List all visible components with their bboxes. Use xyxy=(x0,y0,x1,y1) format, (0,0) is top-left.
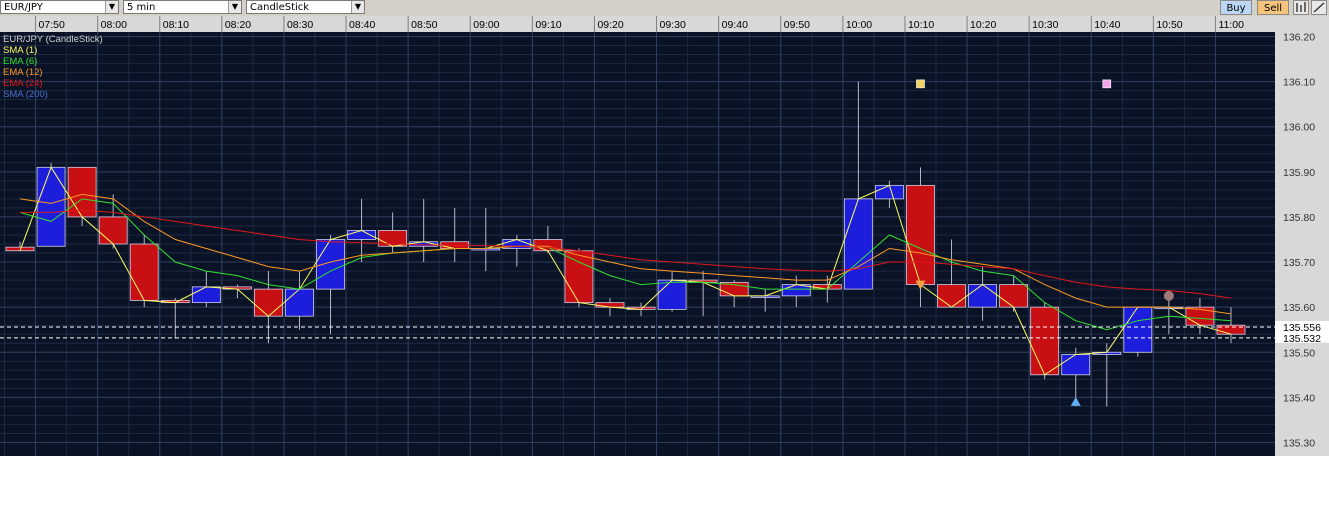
price-tick-label: 136.20 xyxy=(1283,32,1315,44)
bar-chart-icon[interactable] xyxy=(1293,0,1309,15)
candle-down xyxy=(595,302,625,308)
price-tick-label: 135.80 xyxy=(1283,212,1315,224)
candle-up xyxy=(657,279,687,310)
time-tick-label: 08:00 xyxy=(101,19,127,31)
time-tick-label: 08:50 xyxy=(411,19,437,31)
candle-up xyxy=(36,166,66,247)
time-tick-label: 09:10 xyxy=(535,19,561,31)
interval-select[interactable]: 5 min ▼ xyxy=(123,0,242,14)
candle-up xyxy=(191,286,221,304)
price-tick-label: 136.10 xyxy=(1283,77,1315,89)
chart-toolbar: EUR/JPY ▼ 5 min ▼ CandleStick ▼ Buy Sell xyxy=(0,0,1329,16)
time-tick-label: 09:00 xyxy=(473,19,499,31)
candle-down xyxy=(1030,306,1060,376)
candle-up xyxy=(843,198,873,290)
sell-button[interactable]: Sell xyxy=(1257,0,1289,15)
time-tick-label: 10:50 xyxy=(1156,19,1182,31)
candle-up xyxy=(1061,354,1091,376)
price-tick-label: 135.60 xyxy=(1283,302,1315,314)
price-tick-label: 135.40 xyxy=(1283,392,1315,404)
chart-style-select-label: CandleStick xyxy=(250,2,310,13)
candle-up xyxy=(968,284,997,308)
candle-up xyxy=(1123,306,1153,353)
time-tick-label: 10:00 xyxy=(846,19,872,31)
time-tick-label: 09:40 xyxy=(722,19,748,31)
time-tick-label: 08:10 xyxy=(163,19,189,31)
chevron-down-icon[interactable]: ▼ xyxy=(105,1,118,13)
time-tick-label: 10:30 xyxy=(1032,19,1058,31)
legend-entry: EMA (6) xyxy=(3,56,37,67)
circle-marker xyxy=(1163,290,1174,301)
legend-entry: EMA (24) xyxy=(3,78,43,89)
legend-entry: EUR/JPY (CandleStick) xyxy=(3,34,103,45)
candle-down xyxy=(254,288,283,317)
time-tick-label: 07:50 xyxy=(39,19,65,31)
legend-entry: SMA (1) xyxy=(3,45,37,56)
price-tick-label: 135.90 xyxy=(1283,167,1315,179)
time-axis-background xyxy=(0,16,1275,32)
price-tick-label: 135.50 xyxy=(1283,347,1315,359)
time-tick-label: 09:50 xyxy=(784,19,810,31)
legend-entry: EMA (12) xyxy=(3,67,43,78)
candle-up xyxy=(316,239,345,290)
candle-down xyxy=(564,250,594,304)
interval-select-label: 5 min xyxy=(127,2,156,13)
candle-down xyxy=(67,166,97,218)
time-tick-label: 10:20 xyxy=(970,19,996,31)
symbol-select[interactable]: EUR/JPY ▼ xyxy=(0,0,119,14)
candle-up xyxy=(875,184,904,200)
draw-line-icon[interactable] xyxy=(1311,0,1327,15)
price-tick-label: 136.00 xyxy=(1283,122,1315,134)
chart-style-select[interactable]: CandleStick ▼ xyxy=(246,0,365,14)
square-marker xyxy=(916,79,925,89)
candle-down xyxy=(937,284,966,308)
square-marker xyxy=(1102,79,1112,89)
candle-down xyxy=(129,243,159,301)
symbol-select-label: EUR/JPY xyxy=(4,2,43,13)
candle-down xyxy=(906,184,935,285)
legend-entry: SMA (200) xyxy=(3,89,48,100)
candle-up xyxy=(285,288,314,317)
chevron-down-icon[interactable]: ▼ xyxy=(351,1,364,13)
time-tick-label: 11:00 xyxy=(1218,19,1244,31)
price-tick-label: 135.30 xyxy=(1283,437,1315,449)
time-tick-label: 10:40 xyxy=(1094,19,1120,31)
buy-button[interactable]: Buy xyxy=(1220,0,1252,15)
candle-down xyxy=(999,284,1029,308)
time-tick-label: 09:30 xyxy=(660,19,686,31)
time-tick-label: 09:20 xyxy=(597,19,623,31)
time-tick-label: 08:30 xyxy=(287,19,313,31)
price-level-label: 135.532 xyxy=(1283,333,1321,345)
price-chart[interactable]: 07:50 08:00 08:10 08:20 08:30 08:40 08:50 09:00… xyxy=(0,16,1329,456)
time-tick-label: 08:20 xyxy=(225,19,251,31)
time-tick-label: 08:40 xyxy=(349,19,375,31)
candle-down xyxy=(98,216,128,245)
price-tick-label: 135.70 xyxy=(1283,257,1315,269)
time-tick-label: 10:10 xyxy=(908,19,934,31)
chevron-down-icon[interactable]: ▼ xyxy=(228,1,241,13)
